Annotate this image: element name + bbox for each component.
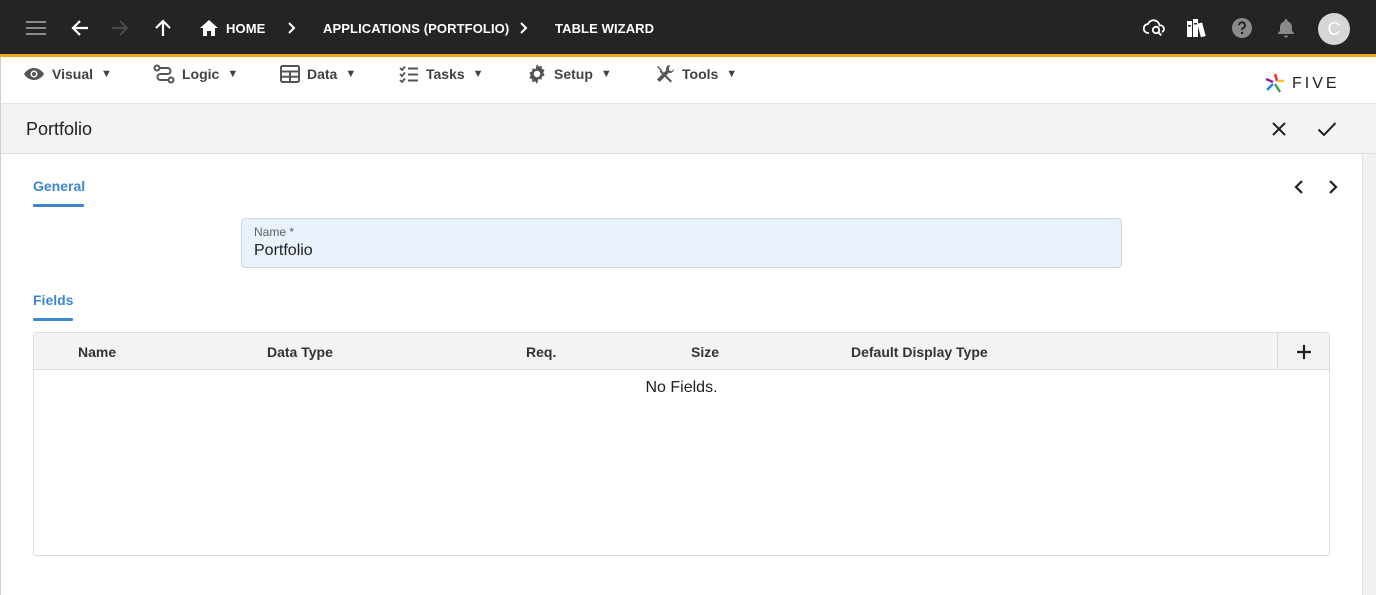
menu-logic[interactable]: Logic ▼ bbox=[153, 63, 238, 85]
help-icon[interactable] bbox=[1228, 14, 1256, 42]
column-header-name[interactable]: Name bbox=[78, 344, 116, 360]
chevron-right-icon bbox=[520, 19, 532, 37]
title-bar: Portfolio bbox=[0, 104, 1376, 154]
back-arrow-icon[interactable] bbox=[66, 14, 94, 42]
chevron-left-icon bbox=[1294, 180, 1303, 194]
menu-tools[interactable]: Tools ▼ bbox=[655, 63, 737, 85]
menu-data-label: Data bbox=[307, 66, 338, 82]
flow-icon bbox=[153, 64, 175, 84]
breadcrumb-applications[interactable]: APPLICATIONS (PORTFOLIO) bbox=[323, 21, 509, 36]
caret-down-icon: ▼ bbox=[726, 68, 738, 80]
check-icon bbox=[1317, 122, 1337, 137]
bell-icon[interactable] bbox=[1272, 14, 1300, 42]
app-bar: HOME APPLICATIONS (PORTFOLIO) TABLE WIZA… bbox=[0, 0, 1376, 57]
caret-down-icon: ▼ bbox=[101, 68, 112, 80]
close-icon bbox=[1272, 122, 1286, 136]
table-header: Name Data Type Req. Size Default Display… bbox=[34, 333, 1329, 370]
menu-visual[interactable]: Visual ▼ bbox=[23, 63, 112, 85]
column-header-size[interactable]: Size bbox=[691, 344, 719, 360]
checklist-icon bbox=[399, 65, 418, 83]
chevron-right-icon bbox=[288, 19, 300, 37]
caret-down-icon: ▼ bbox=[227, 68, 239, 80]
cloud-search-icon[interactable] bbox=[1141, 14, 1169, 42]
forward-arrow-icon bbox=[106, 14, 134, 42]
fields-table: Name Data Type Req. Size Default Display… bbox=[33, 332, 1330, 556]
column-header-default-display-type[interactable]: Default Display Type bbox=[851, 344, 988, 360]
table-icon bbox=[280, 65, 300, 83]
add-field-button[interactable] bbox=[1277, 333, 1329, 370]
eye-icon bbox=[24, 68, 44, 80]
menu-data[interactable]: Data ▼ bbox=[280, 63, 356, 85]
menu-setup[interactable]: Setup ▼ bbox=[527, 63, 612, 85]
tab-general[interactable]: General bbox=[33, 178, 86, 207]
scrollbar-track[interactable] bbox=[1362, 154, 1376, 595]
close-button[interactable] bbox=[1267, 117, 1291, 141]
page-title: Portfolio bbox=[26, 119, 93, 139]
breadcrumb-home[interactable]: HOME bbox=[226, 21, 265, 36]
menu-setup-label: Setup bbox=[554, 66, 593, 82]
menu-tools-label: Tools bbox=[682, 66, 719, 82]
gear-icon bbox=[529, 64, 545, 84]
tab-fields[interactable]: Fields bbox=[33, 292, 74, 321]
tab-underline bbox=[33, 204, 84, 207]
next-button[interactable] bbox=[1323, 177, 1343, 197]
menu-icon[interactable] bbox=[22, 14, 50, 42]
five-logo: FIVE bbox=[1264, 71, 1340, 97]
caret-down-icon: ▼ bbox=[472, 68, 484, 80]
library-icon[interactable] bbox=[1183, 14, 1211, 42]
name-input[interactable] bbox=[254, 242, 1104, 260]
empty-table-message: No Fields. bbox=[645, 379, 718, 396]
save-button[interactable] bbox=[1315, 117, 1339, 141]
caret-down-icon: ▼ bbox=[345, 68, 357, 80]
home-icon[interactable] bbox=[195, 14, 223, 42]
avatar[interactable]: C bbox=[1318, 13, 1350, 45]
plus-icon bbox=[1296, 344, 1311, 359]
menu-bar: Visual ▼ Logic ▼ Data ▼ Tasks ▼ Setup ▼ … bbox=[0, 57, 1376, 104]
tools-icon bbox=[657, 65, 674, 83]
chevron-right-icon bbox=[1329, 180, 1338, 194]
tab-fields-label: Fields bbox=[33, 292, 74, 308]
menu-logic-label: Logic bbox=[182, 66, 220, 82]
breadcrumb-table-wizard: TABLE WIZARD bbox=[555, 21, 655, 36]
five-logo-mark bbox=[1265, 73, 1284, 93]
column-header-data-type[interactable]: Data Type bbox=[267, 344, 333, 360]
name-field-label: Name * bbox=[254, 225, 295, 239]
name-field[interactable]: Name * bbox=[241, 218, 1122, 268]
column-header-required[interactable]: Req. bbox=[526, 344, 556, 360]
menu-visual-label: Visual bbox=[52, 66, 93, 82]
tab-general-label: General bbox=[33, 178, 86, 194]
tab-underline bbox=[33, 318, 73, 321]
up-arrow-icon[interactable] bbox=[149, 14, 177, 42]
previous-button[interactable] bbox=[1289, 177, 1309, 197]
five-logo-text: FIVE bbox=[1292, 75, 1340, 92]
menu-tasks[interactable]: Tasks ▼ bbox=[399, 63, 484, 85]
caret-down-icon: ▼ bbox=[600, 68, 612, 80]
menu-tasks-label: Tasks bbox=[426, 66, 465, 82]
